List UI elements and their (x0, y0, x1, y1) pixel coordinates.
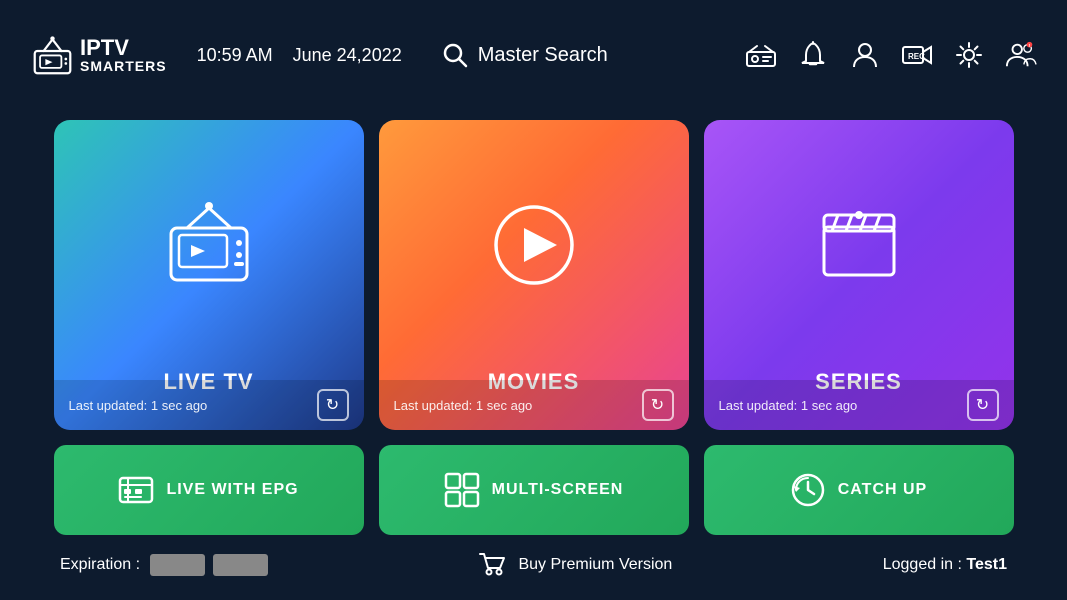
multiscreen-icon (444, 472, 480, 508)
search-label: Master Search (478, 44, 608, 67)
search-icon (442, 42, 468, 68)
radio-button[interactable] (745, 39, 777, 71)
live-epg-label: LIVE WITH EPG (166, 480, 298, 499)
tv-icon (159, 200, 259, 290)
movies-icon-area (489, 120, 579, 369)
multiscreen-label: MULTI-SCREEN (492, 481, 624, 499)
main-content: LIVE TV Last updated: 1 sec ago ↻ MOVIES… (0, 110, 1067, 535)
date-display: June 24,2022 (293, 45, 402, 66)
series-refresh[interactable]: ↻ (967, 389, 999, 421)
multiuser-button[interactable]: ! (1005, 39, 1037, 71)
series-updated: Last updated: 1 sec ago (719, 398, 858, 413)
live-tv-refresh[interactable]: ↻ (317, 389, 349, 421)
header-icons: REC ! (745, 39, 1037, 71)
movies-updated: Last updated: 1 sec ago (394, 398, 533, 413)
footer: Expiration : Buy Premium Version Logged … (0, 540, 1067, 590)
live-epg-card[interactable]: LIVE WITH EPG (54, 445, 364, 535)
catchup-label: CATCH UP (838, 481, 927, 499)
series-icon-area (814, 120, 904, 369)
svg-text:REC: REC (908, 52, 925, 61)
movies-card[interactable]: MOVIES Last updated: 1 sec ago ↻ (379, 120, 689, 430)
cart-icon (478, 552, 506, 578)
logged-in-label: Logged in : (883, 556, 962, 573)
logo-iptv: IPTV (80, 37, 167, 59)
buy-premium-button[interactable]: Buy Premium Version (478, 552, 672, 578)
expiration-label: Expiration : (60, 556, 140, 574)
cards-grid: LIVE TV Last updated: 1 sec ago ↻ MOVIES… (60, 120, 1007, 535)
live-tv-updated: Last updated: 1 sec ago (69, 398, 208, 413)
settings-button[interactable] (953, 39, 985, 71)
profile-button[interactable] (849, 39, 881, 71)
expiry-bars (150, 554, 268, 576)
series-card[interactable]: SERIES Last updated: 1 sec ago ↻ (704, 120, 1014, 430)
expiry-bar-2 (213, 554, 268, 576)
clock-display: 10:59 AM (197, 45, 273, 66)
catchup-card[interactable]: CATCH UP (704, 445, 1014, 535)
logo-smarters: SMARTERS (80, 59, 167, 73)
catchup-icon (790, 472, 826, 508)
notification-button[interactable] (797, 39, 829, 71)
multiscreen-card[interactable]: MULTI-SCREEN (379, 445, 689, 535)
epg-icon (118, 472, 154, 508)
search-bar[interactable]: Master Search (442, 42, 745, 68)
live-tv-icon-area (159, 120, 259, 369)
movies-refresh[interactable]: ↻ (642, 389, 674, 421)
logo-text: IPTV SMARTERS (80, 37, 167, 73)
clapperboard-icon (814, 205, 904, 285)
footer-logged-in: Logged in : Test1 (883, 556, 1007, 574)
footer-expiration: Expiration : (60, 554, 268, 576)
username-display: Test1 (966, 556, 1007, 573)
datetime: 10:59 AM June 24,2022 (197, 45, 402, 66)
play-circle-icon (489, 200, 579, 290)
record-button[interactable]: REC (901, 39, 933, 71)
buy-premium-label: Buy Premium Version (518, 556, 672, 574)
live-tv-card[interactable]: LIVE TV Last updated: 1 sec ago ↻ (54, 120, 364, 430)
header: IPTV SMARTERS 10:59 AM June 24,2022 Mast… (0, 0, 1067, 110)
live-tv-footer: Last updated: 1 sec ago ↻ (54, 380, 364, 430)
movies-footer: Last updated: 1 sec ago ↻ (379, 380, 689, 430)
logo: IPTV SMARTERS (30, 35, 167, 75)
logo-icon (30, 35, 75, 75)
expiry-bar-1 (150, 554, 205, 576)
series-footer: Last updated: 1 sec ago ↻ (704, 380, 1014, 430)
